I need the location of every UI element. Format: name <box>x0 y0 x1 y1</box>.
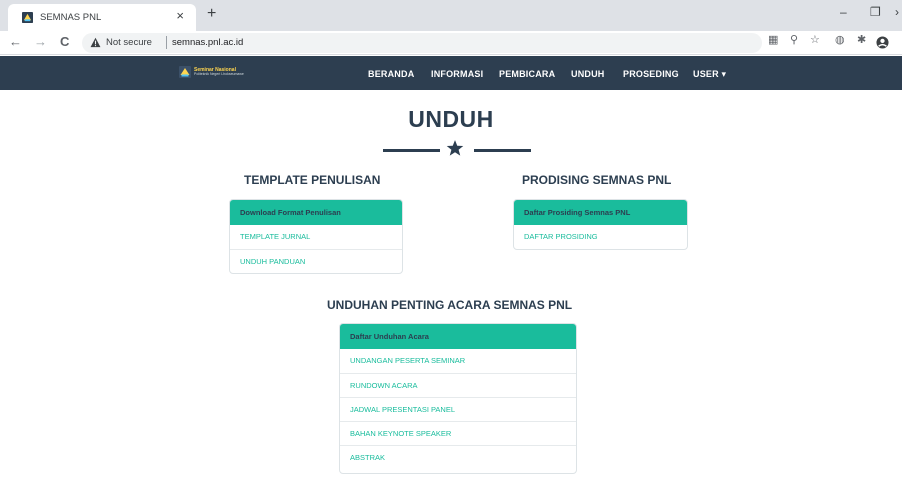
puzzle-icon[interactable]: ✱ <box>857 35 866 46</box>
bookmark-star-icon[interactable]: ☆ <box>810 35 820 46</box>
window-minimize-button[interactable]: – <box>840 6 847 18</box>
list-item-rundown-acara[interactable]: RUNDOWN ACARA <box>340 373 576 397</box>
nav-item-user-dropdown[interactable]: USER ▾ <box>693 69 726 80</box>
list-item-daftar-prosiding[interactable]: DAFTAR PROSIDING <box>514 225 687 249</box>
list-item-undangan-peserta[interactable]: UNDANGAN PESERTA SEMINAR <box>340 349 576 373</box>
logo-text: Seminar Nasional Politeknik Negeri Lhoks… <box>194 67 244 77</box>
section-heading-template-penulisan: TEMPLATE PENULISAN <box>244 173 381 187</box>
semnas-logo-icon <box>22 12 33 23</box>
page-title: UNDUH <box>408 106 494 132</box>
panel-header: Daftar Prosiding Semnas PNL <box>514 200 687 225</box>
tab-title: SEMNAS PNL <box>40 12 102 23</box>
extension-icon[interactable]: ◍ <box>835 35 845 46</box>
divider-line-left <box>383 149 440 152</box>
new-tab-button[interactable]: + <box>207 6 216 22</box>
section-heading-prosiding: PRODISING SEMNAS PNL <box>522 173 672 187</box>
panel-prosiding: Daftar Prosiding Semnas PNL DAFTAR PROSI… <box>513 199 688 250</box>
list-item-unduh-panduan[interactable]: UNDUH PANDUAN <box>230 249 402 273</box>
browser-toolbar: ← → C Not secure semnas.pnl.ac.id ▦ ⚲ ☆ … <box>0 31 902 55</box>
star-icon <box>446 140 464 156</box>
forward-icon[interactable]: → <box>34 35 47 48</box>
panel-header: Daftar Unduhan Acara <box>340 324 576 349</box>
panel-unduhan-acara: Daftar Unduhan Acara UNDANGAN PESERTA SE… <box>339 323 577 474</box>
divider-line-right <box>474 149 531 152</box>
section-heading-unduhan-penting: UNDUHAN PENTING ACARA SEMNAS PNL <box>327 298 573 312</box>
logo-line2: Politeknik Negeri Lhokseumawe <box>194 71 244 76</box>
browser-tab[interactable]: SEMNAS PNL × <box>8 4 196 31</box>
omnibox-separator <box>166 36 167 49</box>
nav-item-proseding[interactable]: PROSEDING <box>623 69 679 79</box>
nav-item-informasi[interactable]: INFORMASI <box>431 69 483 79</box>
nav-item-beranda[interactable]: BERANDA <box>368 69 414 79</box>
site-logo[interactable]: Seminar Nasional Politeknik Negeri Lhoks… <box>179 66 244 78</box>
panel-template-penulisan: Download Format Penulisan TEMPLATE JURNA… <box>229 199 403 274</box>
nav-item-pembicara[interactable]: PEMBICARA <box>499 69 555 79</box>
nav-item-unduh[interactable]: UNDUH <box>571 69 605 79</box>
tab-close-icon[interactable]: × <box>176 9 184 22</box>
warning-triangle-icon <box>90 37 101 48</box>
window-close-button[interactable]: › <box>895 6 899 18</box>
address-bar[interactable]: Not secure semnas.pnl.ac.id <box>82 33 762 53</box>
security-label[interactable]: Not secure <box>106 37 152 48</box>
list-item-template-jurnal[interactable]: TEMPLATE JURNAL <box>230 225 402 249</box>
list-item-bahan-keynote[interactable]: BAHAN KEYNOTE SPEAKER <box>340 421 576 445</box>
profile-icon[interactable] <box>876 36 889 49</box>
list-item-abstrak[interactable]: ABSTRAK <box>340 445 576 469</box>
window-restore-button[interactable]: ❐ <box>870 6 881 18</box>
reload-icon[interactable]: C <box>60 35 69 48</box>
semnas-logo-icon <box>179 66 191 78</box>
panel-header: Download Format Penulisan <box>230 200 402 225</box>
translate-icon[interactable]: ▦ <box>768 35 778 46</box>
list-item-jadwal-presentasi[interactable]: JADWAL PRESENTASI PANEL <box>340 397 576 421</box>
back-icon[interactable]: ← <box>9 35 22 48</box>
site-navbar: Seminar Nasional Politeknik Negeri Lhoks… <box>0 56 902 90</box>
url-text[interactable]: semnas.pnl.ac.id <box>172 37 243 48</box>
browser-tab-strip: SEMNAS PNL × + – ❐ › <box>0 0 902 31</box>
zoom-icon[interactable]: ⚲ <box>790 35 798 46</box>
